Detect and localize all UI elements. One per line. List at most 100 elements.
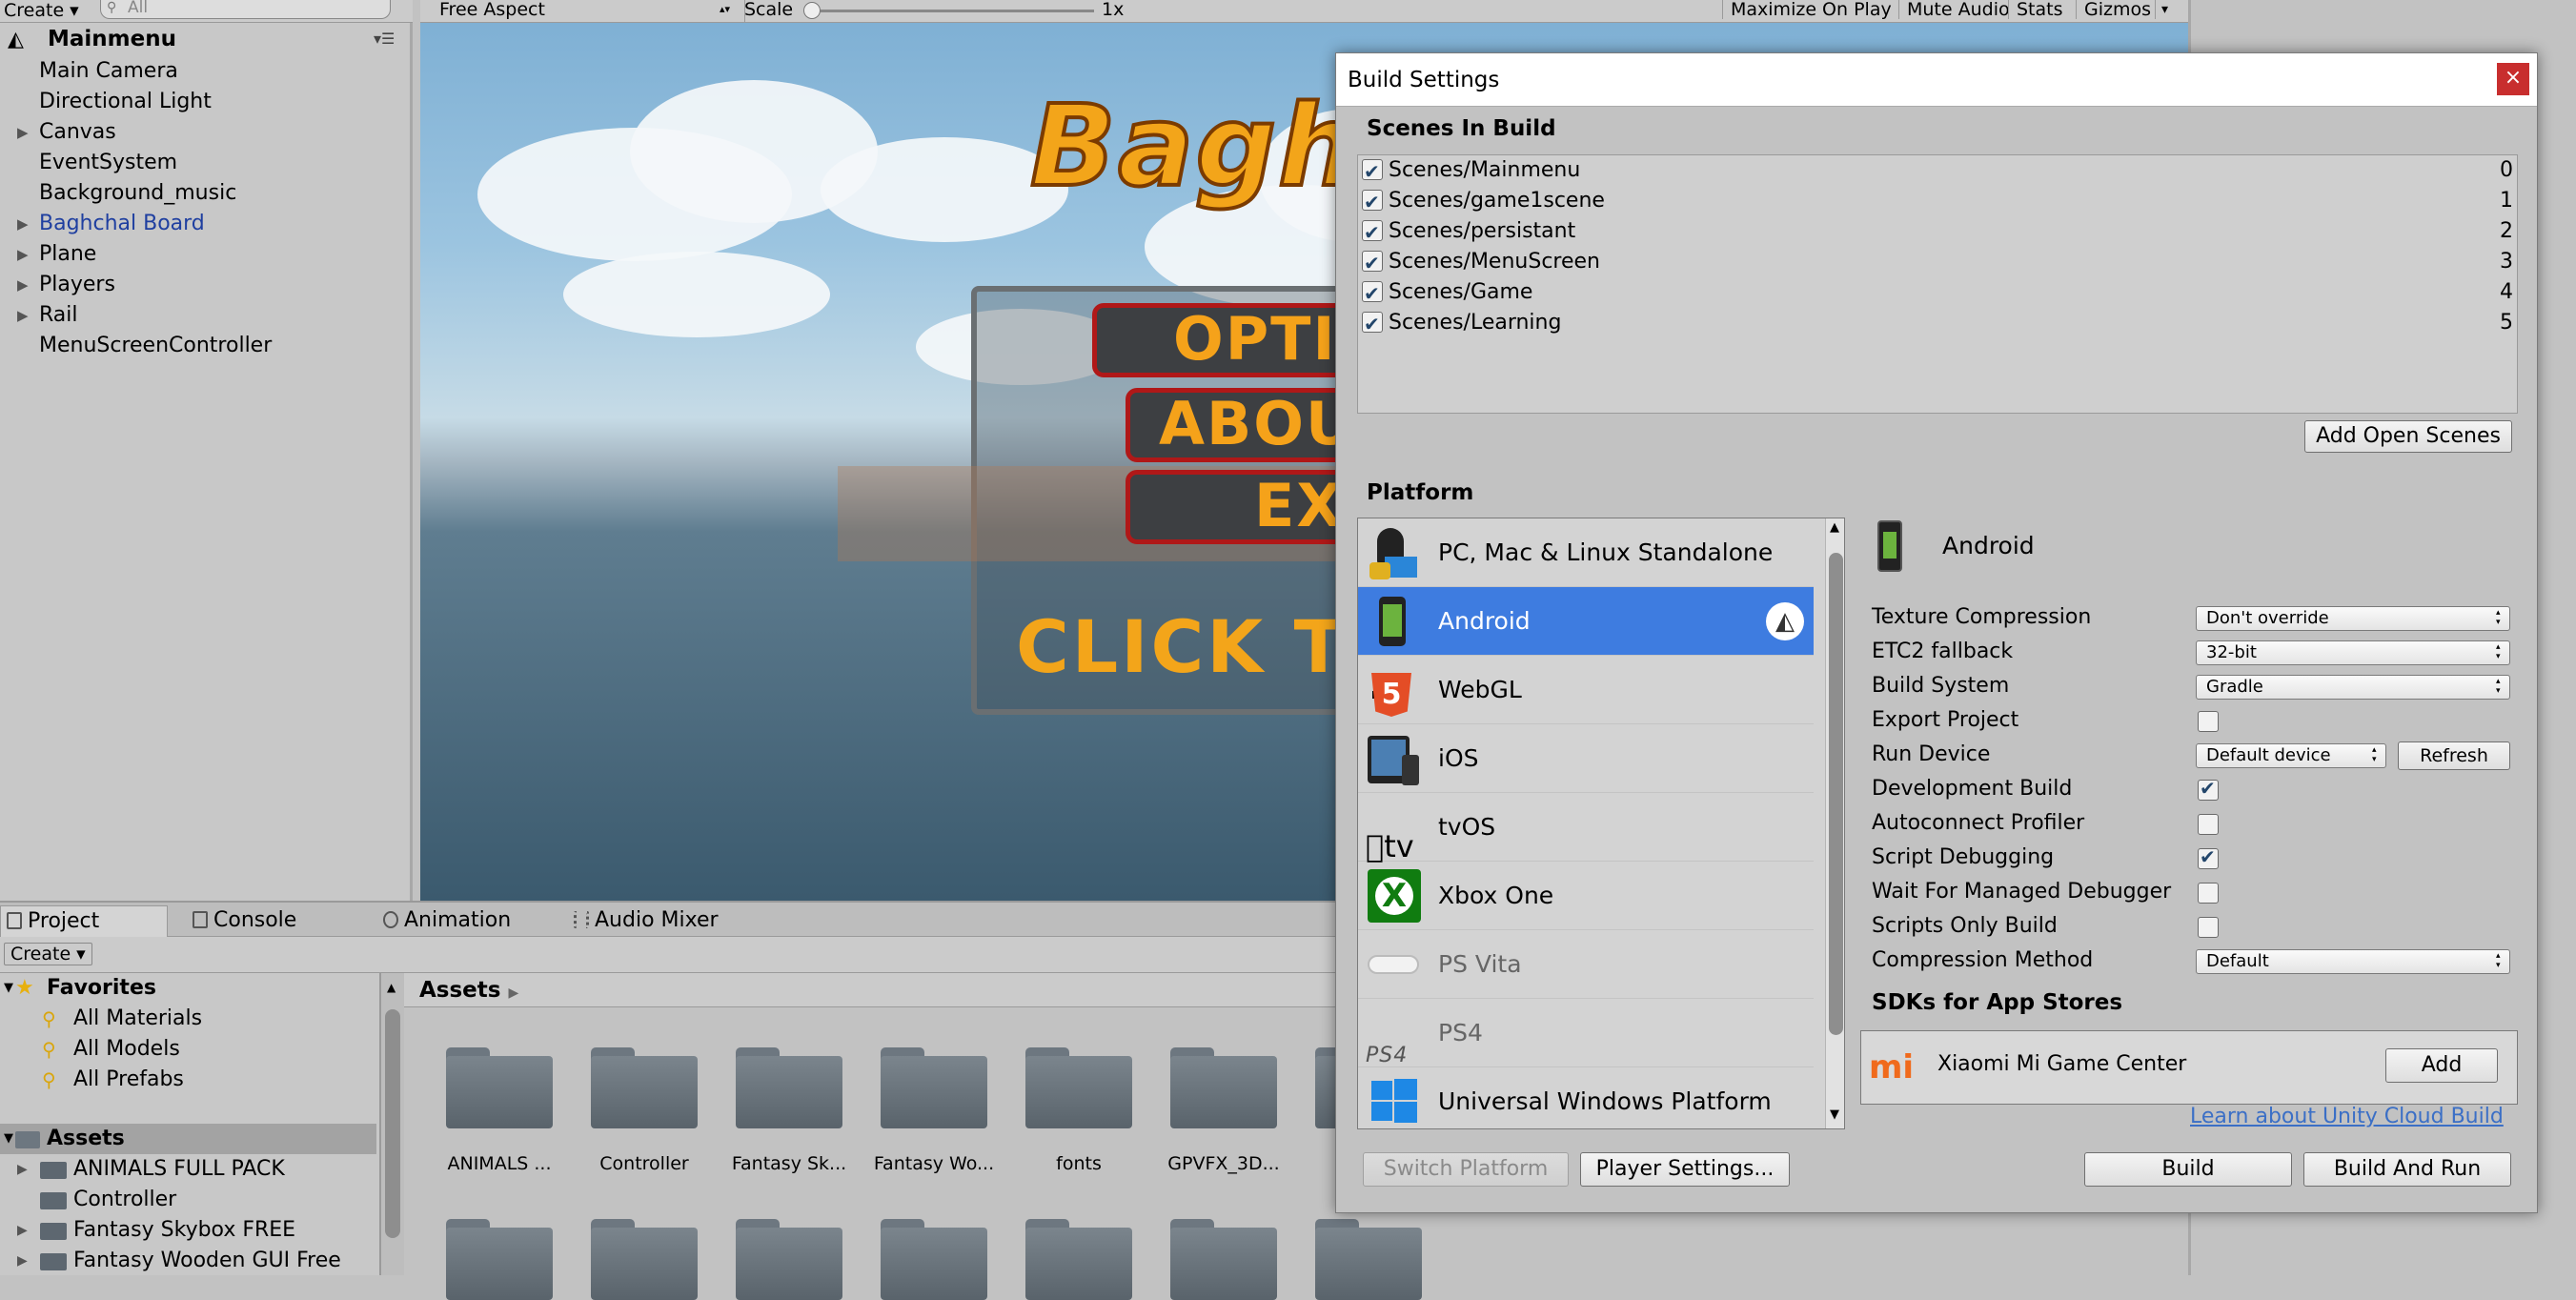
- scroll-up-icon[interactable]: ▲: [387, 981, 396, 994]
- hierarchy-item[interactable]: ▶ Players: [0, 270, 410, 300]
- hierarchy-item[interactable]: Directional Light: [0, 87, 410, 117]
- export-project-checkbox[interactable]: [2198, 711, 2219, 732]
- hierarchy-item[interactable]: Background_music: [0, 178, 410, 209]
- scene-row[interactable]: Scenes/Mainmenu 0: [1358, 155, 2517, 187]
- hierarchy-item[interactable]: Main Camera: [0, 56, 410, 87]
- aspect-dropdown[interactable]: Free Aspect: [439, 0, 545, 19]
- scene-row[interactable]: Scenes/game1scene 1: [1358, 186, 2517, 217]
- wait-for-debugger-checkbox[interactable]: [2198, 883, 2219, 904]
- folder-name[interactable]: fonts: [1007, 1152, 1150, 1175]
- platform-scrollbar[interactable]: ▲ ▼: [1825, 518, 1844, 1128]
- breadcrumb-label[interactable]: Assets: [419, 978, 500, 1003]
- asset-folder-item[interactable]: Controller: [0, 1185, 376, 1215]
- favorites-header[interactable]: ▼ ★ Favorites: [0, 973, 376, 1004]
- hierarchy-search-input[interactable]: All: [100, 0, 391, 19]
- scale-slider-thumb[interactable]: [803, 2, 821, 19]
- folder-icon[interactable]: [1025, 1219, 1132, 1300]
- maximize-on-play-toggle[interactable]: Maximize On Play: [1722, 0, 1892, 19]
- mute-audio-toggle[interactable]: Mute Audio: [1898, 0, 2010, 19]
- hierarchy-item[interactable]: MenuScreenController: [0, 331, 410, 361]
- scrollbar-thumb[interactable]: [385, 1009, 400, 1238]
- scene-row[interactable]: Scenes/Game 4: [1358, 277, 2517, 309]
- folder-icon[interactable]: [1170, 1219, 1277, 1300]
- asset-folder-item[interactable]: ▶ Fantasy Skybox FREE: [0, 1215, 376, 1246]
- scene-row[interactable]: Scenes/Learning 5: [1358, 308, 2517, 339]
- folder-icon[interactable]: [446, 1219, 553, 1300]
- expand-arrow-icon[interactable]: ▶: [17, 209, 29, 239]
- stats-toggle[interactable]: Stats: [2008, 0, 2063, 19]
- scene-menu-icon[interactable]: ▾☰: [374, 24, 395, 54]
- platform-item-apple-tv[interactable]: tv tvOS: [1358, 793, 1814, 864]
- scroll-up-icon[interactable]: ▲: [1830, 520, 1839, 535]
- folder-icon[interactable]: [881, 1047, 987, 1128]
- gizmos-dropdown-icon[interactable]: ▾: [2155, 0, 2168, 19]
- run-device-dropdown[interactable]: Default device: [2196, 743, 2386, 768]
- development-build-checkbox[interactable]: [2198, 777, 2219, 801]
- hierarchy-item[interactable]: EventSystem: [0, 148, 410, 178]
- platform-item-ios[interactable]: iOS: [1358, 724, 1814, 793]
- etc2-fallback-dropdown[interactable]: 32-bit: [2196, 640, 2510, 665]
- folder-name[interactable]: Controller: [573, 1152, 716, 1175]
- hierarchy-item[interactable]: ▶ Plane: [0, 239, 410, 270]
- folder-name[interactable]: Fantasy Sk...: [718, 1152, 861, 1175]
- folder-icon[interactable]: [1170, 1047, 1277, 1128]
- favorite-item[interactable]: ⚲ All Models: [0, 1034, 376, 1065]
- favorite-item[interactable]: ⚲ All Prefabs: [0, 1065, 376, 1095]
- build-system-dropdown[interactable]: Gradle: [2196, 675, 2510, 700]
- script-debugging-checkbox[interactable]: [2198, 845, 2219, 869]
- hierarchy-item[interactable]: ▶ Baghchal Board: [0, 209, 410, 239]
- hierarchy-item[interactable]: ▶ Rail: [0, 300, 410, 331]
- folder-icon[interactable]: [591, 1219, 698, 1300]
- close-button[interactable]: ×: [2497, 63, 2529, 95]
- platform-item-android[interactable]: Android ◭: [1358, 587, 1814, 656]
- scene-include-checkbox[interactable]: [1362, 248, 1383, 278]
- expand-arrow-icon[interactable]: ▶: [17, 1246, 28, 1276]
- tab-animation[interactable]: Animation: [377, 905, 549, 938]
- refresh-button[interactable]: Refresh: [2398, 741, 2510, 770]
- expand-arrow-icon[interactable]: ▶: [17, 300, 29, 331]
- folder-icon[interactable]: [736, 1047, 842, 1128]
- expand-arrow-icon[interactable]: ▶: [17, 1215, 28, 1246]
- scene-row[interactable]: Scenes/persistant 2: [1358, 216, 2517, 248]
- platform-item-windows[interactable]: Universal Windows Platform: [1358, 1067, 1814, 1128]
- sdk-add-button[interactable]: Add: [2385, 1048, 2498, 1083]
- scene-include-checkbox[interactable]: [1362, 278, 1383, 309]
- expand-arrow-icon[interactable]: ▶: [17, 270, 29, 300]
- folder-icon[interactable]: [736, 1219, 842, 1300]
- folder-name[interactable]: ANIMALS ...: [428, 1152, 571, 1175]
- expand-arrow-icon[interactable]: ▶: [17, 117, 29, 148]
- switch-platform-button[interactable]: Switch Platform: [1363, 1152, 1569, 1187]
- project-tree-scrollbar[interactable]: ▲: [381, 973, 404, 1275]
- hierarchy-item[interactable]: ▶ Canvas: [0, 117, 410, 148]
- scene-include-checkbox[interactable]: [1362, 309, 1383, 339]
- asset-folder-item[interactable]: ▶ ANIMALS FULL PACK: [0, 1154, 376, 1185]
- asset-folder-item[interactable]: ▶ Fantasy Wooden GUI Free: [0, 1246, 376, 1276]
- platform-item-xbox[interactable]: X Xbox One: [1358, 862, 1814, 930]
- folder-icon[interactable]: [446, 1047, 553, 1128]
- platform-item-html5[interactable]: HTML5 WebGL: [1358, 656, 1814, 724]
- scroll-down-icon[interactable]: ▼: [1830, 1107, 1839, 1122]
- platform-item-ps4[interactable]: PS4 PS4: [1358, 999, 1814, 1067]
- hierarchy-create-dropdown[interactable]: Create ▾: [4, 0, 79, 21]
- tab-project[interactable]: Project: [0, 905, 168, 938]
- scene-include-checkbox[interactable]: [1362, 187, 1383, 217]
- scene-header[interactable]: ◭ Mainmenu ▾☰: [0, 24, 413, 56]
- autoconnect-profiler-checkbox[interactable]: [2198, 814, 2219, 835]
- platform-item-pc-mac-linux[interactable]: PC, Mac & Linux Standalone: [1358, 518, 1814, 587]
- folder-icon[interactable]: [1315, 1219, 1422, 1300]
- expand-arrow-icon[interactable]: ▶: [17, 239, 29, 270]
- unity-cloud-build-link[interactable]: Learn about Unity Cloud Build: [2190, 1105, 2504, 1128]
- build-and-run-button[interactable]: Build And Run: [2303, 1152, 2511, 1187]
- folder-name[interactable]: GPVFX_3D...: [1152, 1152, 1295, 1175]
- scripts-only-build-checkbox[interactable]: [2198, 917, 2219, 938]
- build-button[interactable]: Build: [2084, 1152, 2292, 1187]
- project-create-dropdown[interactable]: Create ▾: [4, 943, 92, 965]
- assets-root[interactable]: ▼ Assets: [0, 1124, 376, 1154]
- folder-name[interactable]: Fantasy Wo...: [862, 1152, 1005, 1175]
- add-open-scenes-button[interactable]: Add Open Scenes: [2304, 420, 2512, 453]
- scale-slider-track[interactable]: [808, 10, 1094, 12]
- player-settings-button[interactable]: Player Settings...: [1580, 1152, 1790, 1187]
- gizmos-toggle[interactable]: Gizmos: [2076, 0, 2151, 19]
- scene-include-checkbox[interactable]: [1362, 217, 1383, 248]
- tab-console[interactable]: Console: [187, 905, 368, 938]
